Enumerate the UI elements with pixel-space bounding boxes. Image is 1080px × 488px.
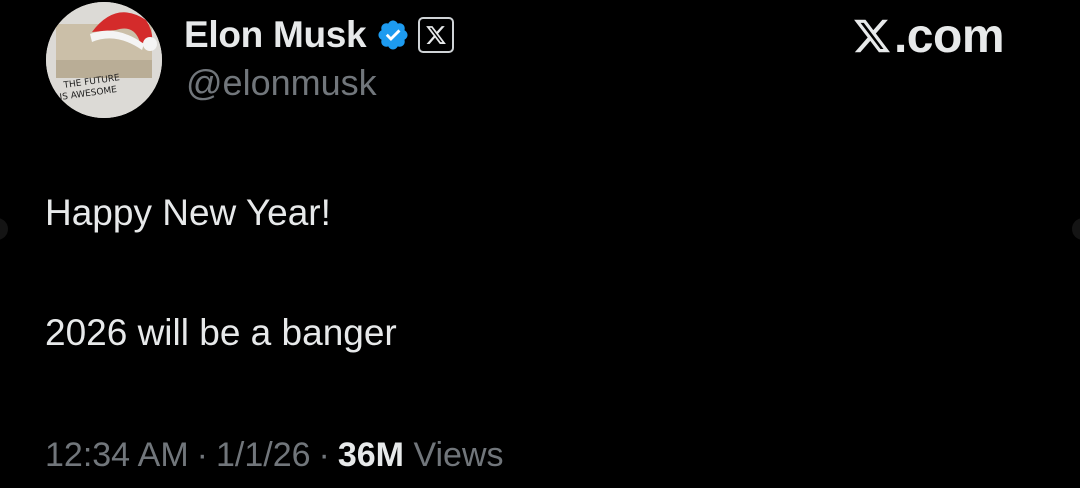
tweet-text-line: Happy New Year!	[45, 192, 331, 233]
meta-separator: ·	[318, 436, 330, 474]
verified-badge-icon[interactable]	[376, 18, 410, 52]
meta-separator: ·	[196, 436, 208, 474]
brand-watermark: .com	[852, 9, 1005, 63]
edge-marker-right	[1072, 218, 1080, 240]
tweet-date[interactable]: 1/1/26	[216, 436, 311, 474]
views-label[interactable]: Views	[413, 436, 503, 474]
display-name[interactable]: Elon Musk	[184, 14, 367, 56]
brand-text: .com	[893, 9, 1005, 63]
avatar[interactable]: THE FUTURE IS AWESOME	[46, 2, 162, 118]
avatar-christmas-hat-icon: THE FUTURE IS AWESOME	[46, 2, 162, 118]
x-logo-icon[interactable]	[418, 17, 455, 53]
tweet-time[interactable]: 12:34 AM	[45, 436, 189, 474]
author-handle[interactable]: @elonmusk	[186, 62, 377, 104]
tweet-text-line: 2026 will be a banger	[45, 312, 397, 353]
tweet-screenshot: THE FUTURE IS AWESOME Elon Musk @elonmus…	[0, 0, 1080, 488]
tweet-meta: 12:34 AM · 1/1/26 · 36M Views	[45, 436, 504, 475]
views-count[interactable]: 36M	[338, 436, 404, 474]
edge-marker-left	[0, 218, 8, 240]
author-name-row: Elon Musk	[184, 10, 455, 60]
x-logo-icon	[854, 19, 891, 53]
